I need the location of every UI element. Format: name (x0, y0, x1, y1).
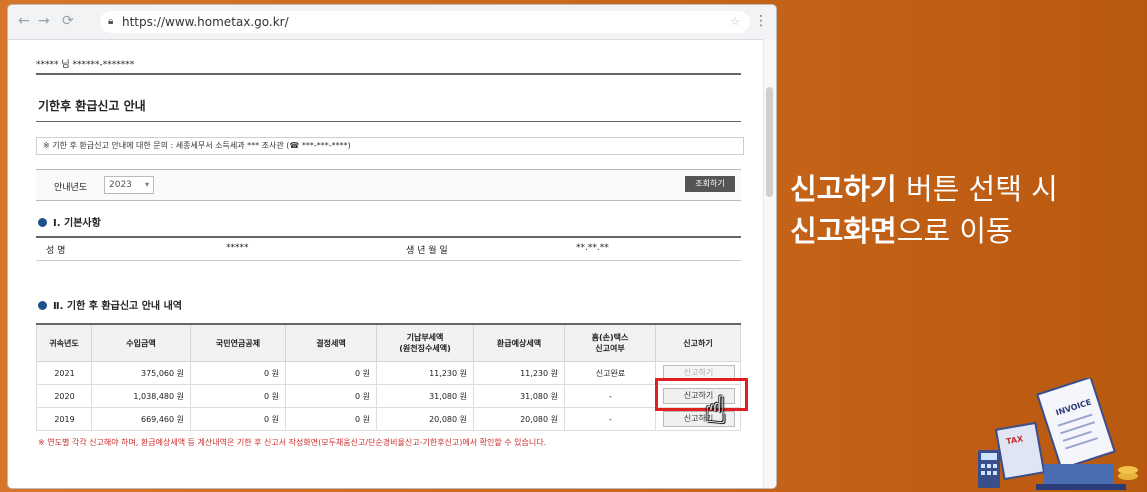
lock-icon: 🔒︎ (108, 16, 114, 27)
table-header-row: 귀속년도 수입금액 국민연금공제 결정세액 기납부세액 (원천징수세액) 환급예… (36, 323, 741, 362)
tax-cell: 0 원 (285, 384, 377, 408)
col-header: 국민연금공제 (190, 323, 286, 362)
browser-toolbar: ← → ⟳ 🔒︎ https://www.hometax.go.kr/ ☆ ⋮ (8, 5, 776, 40)
year-cell: 2020 (36, 384, 92, 408)
col-header: 결정세액 (285, 323, 377, 362)
year-cell: 2021 (36, 361, 92, 385)
invoice-document-icon: INVOICE (1036, 378, 1116, 471)
calculator-icon (978, 450, 1000, 488)
url-text: https://www.hometax.go.kr/ (122, 15, 289, 29)
caption-line-1: 신고하기 버튼 선택 시 (790, 168, 1058, 210)
caption-bold: 신고화면 (790, 214, 897, 248)
status-cell: - (564, 384, 656, 408)
caption-line-2: 신고화면으로 이동 (790, 210, 1058, 252)
hand-pointer-icon: ☝ (704, 388, 728, 432)
refund-table: 귀속년도 수입금액 국민연금공제 결정세액 기납부세액 (원천징수세액) 환급예… (36, 323, 741, 431)
divider (36, 73, 741, 75)
reload-icon[interactable]: ⟳ (62, 13, 74, 29)
basic-info-row: 성 명 ***** 생 년 월 일 **.**.** (36, 236, 741, 261)
caption: 신고하기 버튼 선택 시 신고화면으로 이동 (790, 168, 1058, 252)
coin-stack-icon (1118, 466, 1138, 480)
user-info: ***** 님 ******-******* (36, 60, 135, 70)
col-header: 기납부세액 (원천징수세액) (376, 323, 474, 362)
income-cell: 375,060 원 (91, 361, 191, 385)
caption-rest: 버튼 선택 시 (896, 172, 1058, 206)
refund-cell: 11,230 원 (473, 361, 565, 385)
col-header: 신고하기 (655, 323, 741, 362)
table-row: 2021 375,060 원 0 원 0 원 11,230 원 11,230 원… (36, 361, 741, 385)
refund-cell: 31,080 원 (473, 384, 565, 408)
status-cell: 신고완료 (564, 361, 656, 385)
year-label: 안내년도 (54, 183, 88, 193)
name-value: ***** (226, 243, 249, 253)
tax-cell: 0 원 (285, 407, 377, 431)
section-refund-label: Ⅱ. 기한 후 환급신고 안내 내역 (53, 301, 182, 312)
section-refund-heading: Ⅱ. 기한 후 환급신고 안내 내역 (38, 297, 182, 312)
year-value: 2023 (109, 180, 132, 190)
highlight-box (655, 378, 748, 411)
caption-bold: 신고하기 (790, 172, 897, 206)
birth-value: **.**.** (576, 243, 609, 253)
bullet-icon (38, 218, 47, 227)
refund-cell: 20,080 원 (473, 407, 565, 431)
tax-cell: 0 원 (285, 361, 377, 385)
paid-cell: 20,080 원 (376, 407, 474, 431)
pension-cell: 0 원 (190, 407, 286, 431)
income-cell: 669,460 원 (91, 407, 191, 431)
table-row: 2020 1,038,480 원 0 원 0 원 31,080 원 31,080… (36, 384, 741, 408)
table-row: 2019 669,460 원 0 원 0 원 20,080 원 20,080 원… (36, 407, 741, 431)
scrollbar-thumb[interactable] (766, 87, 773, 197)
footnote: ※ 연도별 각각 신고해야 하며, 환급예상세액 등 계산내역은 기한 후 신고… (38, 438, 547, 447)
status-cell: - (564, 407, 656, 431)
forward-icon[interactable]: → (38, 13, 50, 29)
col-header: 환급예상세액 (473, 323, 565, 362)
inquiry-notice: ※ 기한 후 환급신고 안내에 대한 문의 : 세종세무서 소득세과 *** 조… (36, 137, 744, 155)
back-icon[interactable]: ← (18, 13, 30, 29)
pension-cell: 0 원 (190, 361, 286, 385)
paid-cell: 31,080 원 (376, 384, 474, 408)
section-basic-heading: Ⅰ. 기본사항 (38, 214, 101, 229)
scrollbar[interactable] (763, 39, 776, 488)
caption-rest: 으로 이동 (896, 214, 1013, 248)
page-title: 기한후 환급신고 안내 (38, 99, 146, 113)
col-header: 홈(손)택스 신고여부 (564, 323, 656, 362)
menu-kebab-icon[interactable]: ⋮ (754, 13, 768, 29)
pension-cell: 0 원 (190, 384, 286, 408)
birth-label: 생 년 월 일 (406, 246, 448, 256)
bookmark-star-icon[interactable]: ☆ (730, 11, 740, 33)
address-bar[interactable]: 🔒︎ https://www.hometax.go.kr/ ☆ (100, 11, 750, 33)
tax-form-icon: TAX (994, 421, 1046, 481)
section-basic-label: Ⅰ. 기본사항 (53, 218, 101, 229)
year-select[interactable]: 2023 ▾ (104, 176, 154, 194)
laptop-icon (1036, 464, 1126, 490)
col-header: 귀속년도 (36, 323, 92, 362)
chevron-down-icon: ▾ (144, 180, 149, 189)
browser-window: ← → ⟳ 🔒︎ https://www.hometax.go.kr/ ☆ ⋮ … (8, 5, 776, 488)
search-button[interactable]: 조회하기 (685, 176, 735, 192)
name-label: 성 명 (46, 246, 66, 256)
paid-cell: 11,230 원 (376, 361, 474, 385)
income-cell: 1,038,480 원 (91, 384, 191, 408)
divider (36, 121, 741, 122)
tax-invoice-illustration: INVOICE TAX (978, 378, 1138, 490)
bullet-icon (38, 301, 47, 310)
col-header: 수입금액 (91, 323, 191, 362)
year-cell: 2019 (36, 407, 92, 431)
year-filter-bar: 안내년도 2023 ▾ 조회하기 (36, 169, 741, 201)
